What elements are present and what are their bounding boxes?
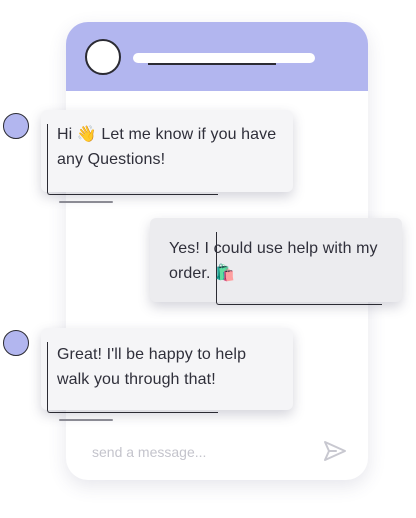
message-input[interactable] (92, 441, 292, 463)
message-meta-line (59, 201, 113, 203)
message-bubble-incoming: Great! I'll be happy to help walk you th… (41, 328, 293, 413)
message-bubble-outgoing: Yes! I could use help with my order. 🛍️ (150, 218, 402, 305)
message-meta-line (59, 419, 113, 421)
contact-name-underline (148, 63, 276, 65)
send-icon[interactable] (322, 440, 348, 462)
chat-header (66, 22, 368, 91)
agent-avatar (3, 113, 29, 139)
contact-avatar[interactable] (85, 39, 121, 75)
message-text: Hi 👋 Let me know if you have any Questio… (57, 126, 277, 168)
message-bubble-incoming: Hi 👋 Let me know if you have any Questio… (41, 110, 293, 195)
contact-name-placeholder (133, 53, 315, 63)
agent-avatar (3, 330, 29, 356)
message-text: Great! I'll be happy to help walk you th… (57, 346, 247, 388)
message-text: Yes! I could use help with my order. 🛍️ (169, 240, 378, 282)
